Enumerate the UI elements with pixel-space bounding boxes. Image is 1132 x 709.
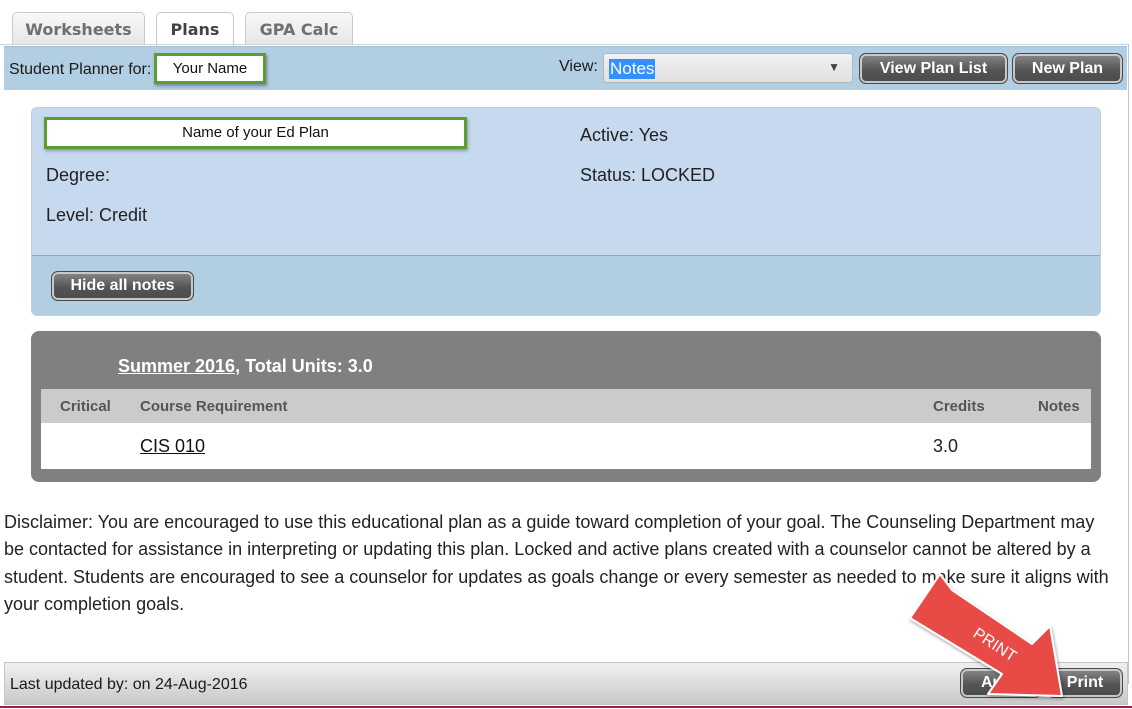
last-updated-text: Last updated by: on 24-Aug-2016 [10, 676, 248, 693]
term-table-header: Critical Course Requirement Credits Note… [41, 389, 1091, 423]
column-header-credits: Credits [933, 398, 985, 415]
tab-bar: Worksheets Plans GPA Calc [12, 12, 353, 46]
term-block: Summer 2016, Total Units: 3.0 Critical C… [31, 331, 1101, 482]
plan-level: Level: Credit [46, 205, 148, 225]
plan-details: Name of your Ed Plan Degree: Level: Cred… [32, 108, 1100, 255]
plan-info-panel: Name of your Ed Plan Degree: Level: Cred… [31, 107, 1101, 316]
plan-status: Status: LOCKED [580, 165, 716, 185]
plan-degree: Degree: [46, 165, 111, 185]
student-name-field[interactable]: Your Name [154, 53, 266, 84]
tab-worksheets[interactable]: Worksheets [12, 12, 145, 45]
term-title: Summer 2016, Total Units: 3.0 [118, 356, 373, 377]
footer-bar: Last updated by: on 24-Aug-2016 Audit Pr… [4, 662, 1128, 705]
header-bar: Student Planner for: Your Name View: Not… [4, 46, 1127, 90]
print-button[interactable]: Print [1047, 668, 1123, 698]
term-link[interactable]: Summer 2016 [118, 356, 235, 376]
column-header-critical: Critical [60, 398, 111, 415]
table-row: CIS 010 3.0 [41, 423, 1091, 469]
bottom-accent-rule [0, 706, 1132, 708]
plan-actions: Hide all notes [32, 255, 1100, 315]
planner-label: Student Planner for: [9, 61, 152, 78]
view-select[interactable]: Notes ▼ [603, 53, 853, 83]
hide-all-notes-button[interactable]: Hide all notes [51, 271, 194, 301]
dropdown-arrow-icon: ▼ [828, 60, 840, 74]
new-plan-button[interactable]: New Plan [1012, 53, 1123, 84]
tab-gpa-calc[interactable]: GPA Calc [245, 12, 353, 45]
page-border [1128, 44, 1129, 684]
term-total-units: , Total Units: 3.0 [235, 356, 373, 376]
plan-name-field[interactable]: Name of your Ed Plan [44, 117, 467, 149]
cell-credits: 3.0 [933, 436, 959, 456]
audit-button[interactable]: Audit [960, 668, 1042, 698]
column-header-notes: Notes [1038, 398, 1080, 415]
tab-divider [0, 44, 1129, 45]
view-select-value: Notes [609, 59, 656, 79]
plan-active: Active: Yes [580, 125, 669, 145]
view-label: View: [559, 58, 598, 75]
annotation-label: PRINT [970, 625, 1020, 666]
course-link[interactable]: CIS 010 [140, 436, 205, 457]
column-header-course: Course Requirement [140, 398, 288, 415]
disclaimer-text: Disclaimer: You are encouraged to use th… [4, 512, 1109, 614]
view-plan-list-button[interactable]: View Plan List [859, 53, 1008, 84]
tab-plans[interactable]: Plans [156, 12, 234, 46]
